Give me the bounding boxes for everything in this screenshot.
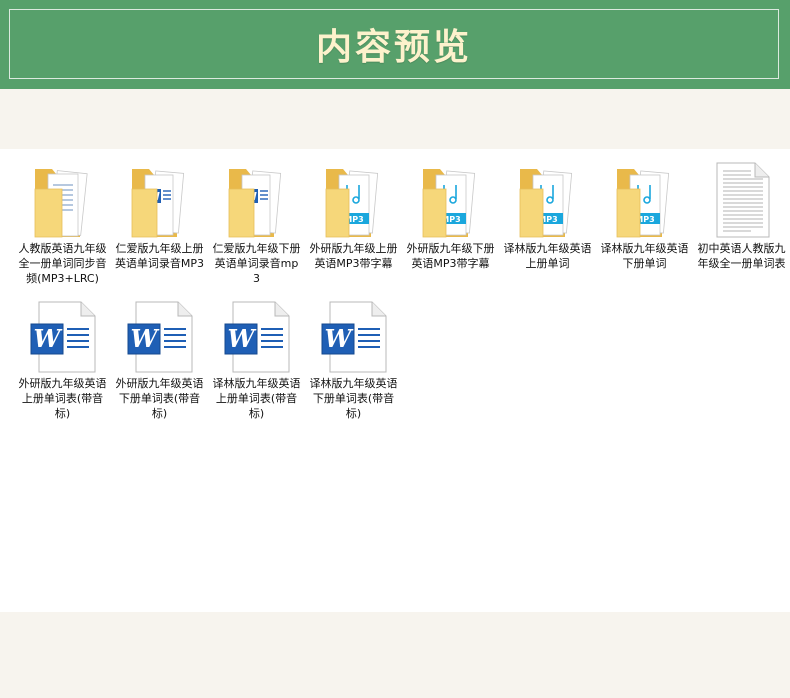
file-item[interactable]: W 外研版九年级英语上册单词表(带音标) [14, 292, 111, 421]
file-item[interactable]: MP3 译林版九年级英语上册单词 [499, 157, 596, 286]
file-name: 初中英语人教版九年级全一册单词表 [697, 242, 786, 270]
svg-text:W: W [324, 324, 353, 353]
file-name: 译林版九年级英语上册单词表(带音标) [212, 377, 301, 420]
file-name: 译林版九年级英语下册单词表(带音标) [309, 377, 398, 420]
page-title: 内容预览 [315, 26, 472, 68]
file-name: 人教版英语九年级全一册单词同步音频(MP3+LRC) [18, 242, 107, 285]
file-name: 外研版九年级上册英语MP3带字幕 [309, 242, 398, 270]
folder-mp3-icon: MP3 [316, 157, 392, 239]
file-grid: 人教版英语九年级全一册单词同步音频(MP3+LRC) W 仁爱版九年级上册英语单… [14, 157, 790, 421]
folder-doc-icon [25, 157, 101, 239]
file-name: 仁爱版九年级上册英语单词录音MP3 [114, 242, 205, 270]
svg-text:W: W [33, 324, 62, 353]
folder-mp3-icon: MP3 [607, 157, 683, 239]
file-name: 外研版九年级下册英语MP3带字幕 [406, 242, 495, 270]
file-item[interactable]: W 译林版九年级英语上册单词表(带音标) [208, 292, 305, 421]
file-name: 仁爱版九年级下册英语单词录音mp3 [212, 242, 301, 285]
header-banner-frame: 内容预览 [9, 9, 779, 79]
text-document-icon [704, 157, 780, 239]
file-item[interactable]: W 外研版九年级英语下册单词表(带音标) [111, 292, 208, 421]
file-item[interactable]: MP3 外研版九年级下册英语MP3带字幕 [402, 157, 499, 286]
file-item[interactable]: 人教版英语九年级全一册单词同步音频(MP3+LRC) [14, 157, 111, 286]
file-browser-panel: 人教版英语九年级全一册单词同步音频(MP3+LRC) W 仁爱版九年级上册英语单… [0, 149, 790, 612]
file-item[interactable]: W 仁爱版九年级下册英语单词录音mp3 [208, 157, 305, 286]
word-document-icon: W [122, 292, 198, 374]
file-name: 外研版九年级英语下册单词表(带音标) [115, 377, 204, 420]
file-item[interactable]: W 译林版九年级英语下册单词表(带音标) [305, 292, 402, 421]
file-item[interactable]: MP3 外研版九年级上册英语MP3带字幕 [305, 157, 402, 286]
folder-mp3-icon: MP3 [413, 157, 489, 239]
folder-word-icon: W [219, 157, 295, 239]
header-banner: 内容预览 [0, 0, 790, 89]
folder-mp3-icon: MP3 [510, 157, 586, 239]
file-item[interactable]: W 仁爱版九年级上册英语单词录音MP3 [111, 157, 208, 286]
word-document-icon: W [219, 292, 295, 374]
file-name: 外研版九年级英语上册单词表(带音标) [18, 377, 107, 420]
folder-word-icon: W [122, 157, 198, 239]
word-document-icon: W [316, 292, 392, 374]
file-item[interactable]: 初中英语人教版九年级全一册单词表 [693, 157, 790, 286]
svg-text:W: W [130, 324, 159, 353]
file-name: 译林版九年级英语上册单词 [503, 242, 592, 270]
word-document-icon: W [25, 292, 101, 374]
file-name: 译林版九年级英语下册单词 [600, 242, 689, 270]
file-item[interactable]: MP3 译林版九年级英语下册单词 [596, 157, 693, 286]
svg-text:W: W [227, 324, 256, 353]
